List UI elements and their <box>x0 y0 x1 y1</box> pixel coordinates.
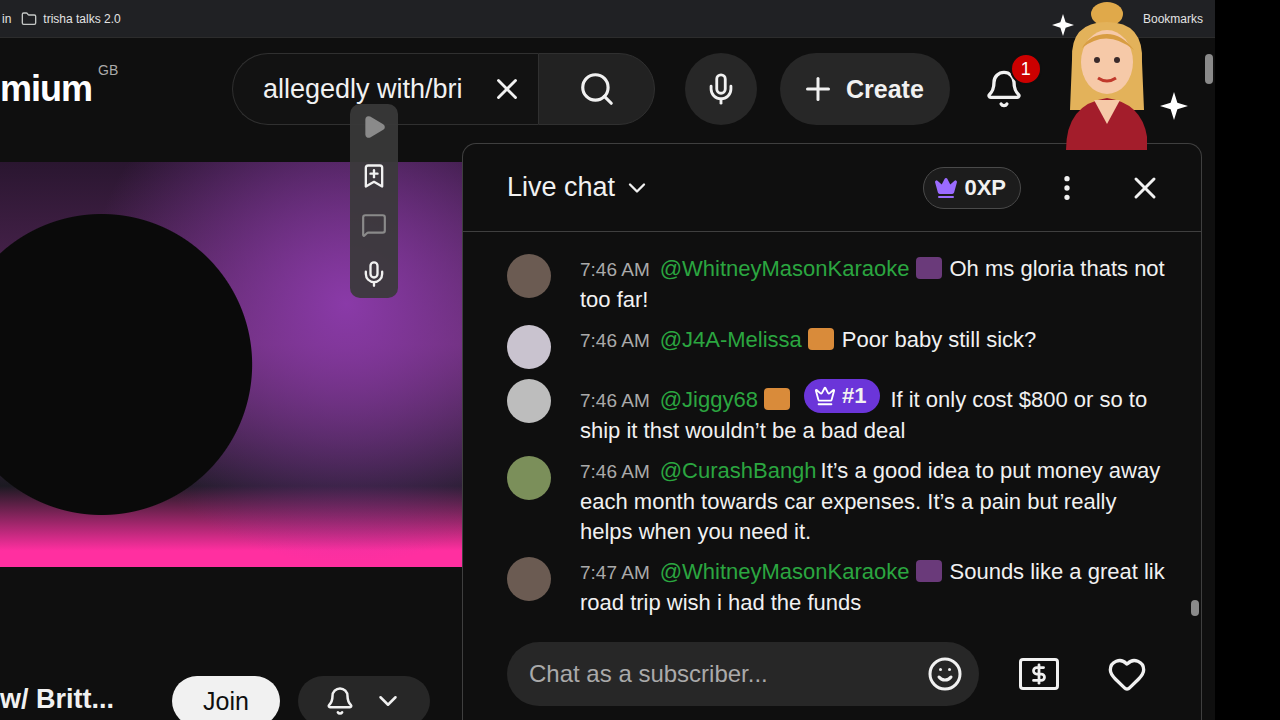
like-button[interactable] <box>1107 654 1147 694</box>
heart-icon <box>1107 654 1147 694</box>
floating-toolbar <box>350 104 398 298</box>
mic-icon[interactable] <box>360 260 388 288</box>
crown-icon <box>814 385 836 407</box>
voice-search-button[interactable] <box>685 53 757 125</box>
bookmark-item[interactable]: trisha talks 2.0 <box>21 11 120 27</box>
chat-message: 7:46 AM @J4A-Melissa Poor baby still sick? <box>507 325 1173 369</box>
user-avatar[interactable] <box>507 254 551 298</box>
chevron-down-icon <box>623 174 651 202</box>
chat-input-bar: Chat as a subscriber... <box>463 628 1201 720</box>
member-badge <box>916 257 942 279</box>
logo[interactable]: miumGB <box>0 68 232 110</box>
bookmark-item[interactable]: in <box>2 12 11 26</box>
message-author[interactable]: @CurashBangh <box>660 458 817 483</box>
all-bookmarks[interactable]: Bookmarks <box>1143 12 1203 26</box>
live-chat-panel: Live chat0XP7:46 AM@WhitneyMasonKaraokeO… <box>462 143 1202 720</box>
watch-body: w/ Britt... Join Live chat 0XP 7:46 AM @Whitn… <box>0 140 1203 720</box>
region-label: GB <box>98 62 118 78</box>
chat-scrollbar[interactable] <box>1189 232 1201 628</box>
bookmark-plus-icon[interactable] <box>360 162 388 190</box>
chat-icon[interactable] <box>361 212 387 238</box>
screen: intrisha talks 2.0BookmarksmiumGBalleged… <box>0 0 1280 720</box>
viewport: miumGBallegedly with/briCreate1w/ Britt.… <box>0 38 1215 720</box>
messages-area: 7:46 AM@WhitneyMasonKaraokeOh ms gloria … <box>463 232 1201 628</box>
user-avatar[interactable] <box>507 557 551 601</box>
message-time: 7:47 AM <box>580 562 650 583</box>
screen-edge <box>1215 0 1280 720</box>
crown-icon <box>934 176 958 200</box>
clear-icon[interactable] <box>490 72 524 106</box>
chat-input[interactable]: Chat as a subscriber... <box>507 642 979 706</box>
chevron-down-icon <box>373 686 403 716</box>
subscribed-button[interactable] <box>298 676 430 720</box>
mic-icon <box>704 72 738 106</box>
xp-badge[interactable]: 0XP <box>923 167 1021 209</box>
bookmarks-bar: in trisha talks 2.0 Bookmarks <box>0 0 1215 38</box>
user-avatar[interactable] <box>507 456 551 500</box>
page-scrollbar[interactable] <box>1203 38 1215 720</box>
browser-window: intrisha talks 2.0BookmarksmiumGBalleged… <box>0 0 1215 720</box>
dollar-icon <box>1028 663 1050 685</box>
create-button[interactable]: Create <box>780 53 950 125</box>
more-button[interactable] <box>1051 172 1083 204</box>
rank-badge: #1 <box>804 379 880 413</box>
top-bar: miumGBallegedly with/briCreate1 <box>0 38 1203 140</box>
scroll-thumb[interactable] <box>1191 600 1199 616</box>
notifications-button[interactable]: 1 <box>980 61 1028 117</box>
user-avatar[interactable] <box>507 379 551 423</box>
message-text: Poor baby still sick? <box>842 327 1036 352</box>
plus-icon <box>800 71 836 107</box>
chat-message: 7:46 AM@CurashBanghIt’s a good idea to p… <box>507 456 1173 547</box>
join-button[interactable]: Join <box>172 676 280 720</box>
video-title: w/ Britt... <box>0 676 160 715</box>
member-badge <box>764 388 790 410</box>
bell-icon <box>325 686 355 716</box>
play-icon[interactable] <box>361 114 387 140</box>
folder-icon <box>21 11 37 27</box>
member-badge <box>808 328 834 350</box>
search-icon <box>578 70 616 108</box>
chat-message: 7:46 AM@Jiggy68#1If it only cost $800 or… <box>507 379 1173 446</box>
message-author[interactable]: @J4A-Melissa <box>660 327 802 352</box>
message-author[interactable]: @WhitneyMasonKaraoke <box>660 559 910 584</box>
member-badge <box>916 560 942 582</box>
user-avatar[interactable] <box>507 325 551 369</box>
streamer-avatar-icon <box>1052 0 1147 150</box>
video-title-row: w/ Britt... Join <box>0 676 462 720</box>
message-time: 7:46 AM <box>580 390 650 411</box>
close-icon <box>1127 170 1163 206</box>
chat-message: 7:46 AM@WhitneyMasonKaraokeOh ms gloria … <box>507 254 1173 315</box>
sparkle-icon <box>1160 92 1188 120</box>
more-icon <box>1051 172 1083 204</box>
message-time: 7:46 AM <box>580 461 650 482</box>
search-button[interactable] <box>538 53 655 125</box>
chat-message: 7:47 AM@WhitneyMasonKaraokeSounds like a… <box>507 557 1173 618</box>
message-time: 7:46 AM <box>580 259 650 280</box>
chat-header: Live chat 0XP <box>463 144 1201 232</box>
message-time: 7:46 AM <box>580 330 650 351</box>
message-list: 7:46 AM@WhitneyMasonKaraokeOh ms gloria … <box>463 232 1189 628</box>
message-author[interactable]: @WhitneyMasonKaraoke <box>660 256 910 281</box>
close-chat-button[interactable] <box>1127 170 1163 206</box>
page: miumGBallegedly with/briCreate1w/ Britt.… <box>0 38 1203 720</box>
scroll-thumb[interactable] <box>1205 54 1213 84</box>
emoji-icon[interactable] <box>927 656 963 692</box>
chat-mode-dropdown[interactable]: Live chat <box>507 172 651 203</box>
message-author[interactable]: @Jiggy68 <box>660 387 758 412</box>
notification-count: 1 <box>1010 53 1042 85</box>
super-chat-button[interactable] <box>1019 658 1059 690</box>
